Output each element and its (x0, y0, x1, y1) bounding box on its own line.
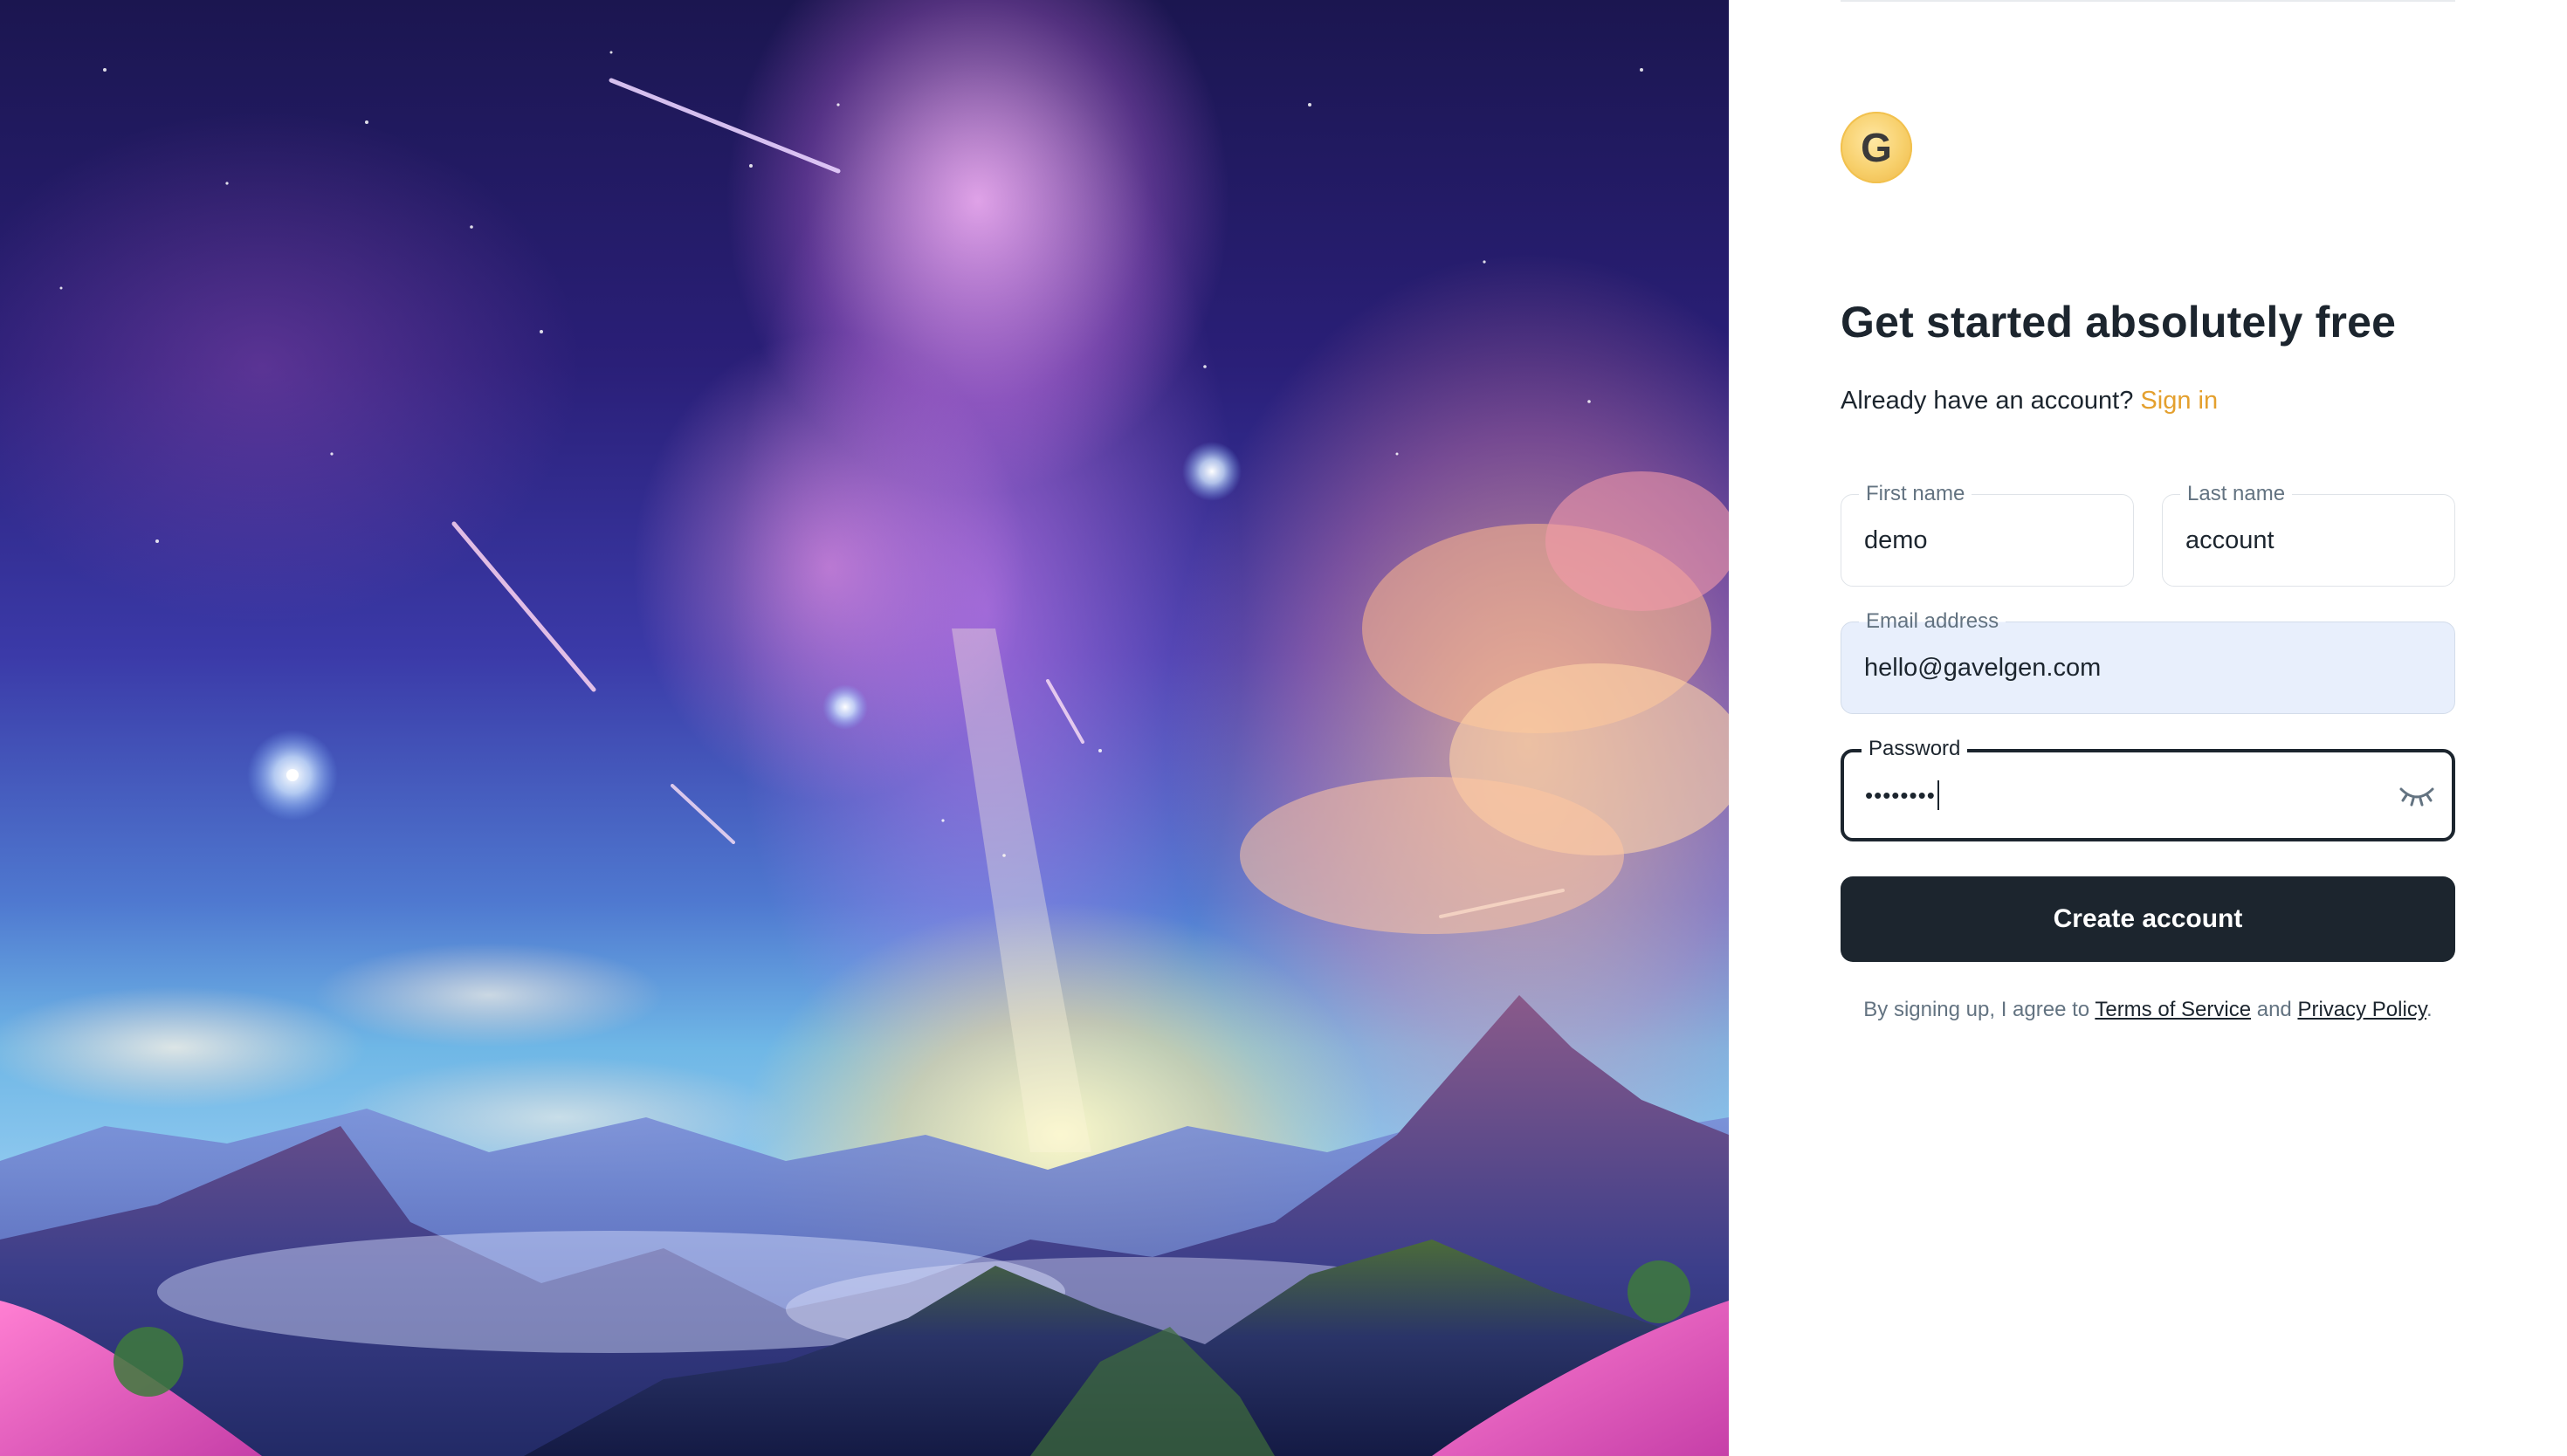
signin-link[interactable]: Sign in (2140, 387, 2218, 415)
password-input[interactable]: •••••••• (1865, 752, 1939, 838)
email-input[interactable]: hello@gavelgen.com (1864, 622, 2101, 713)
eye-closed-icon[interactable] (2398, 782, 2436, 808)
terms-notice: By signing up, I agree to Terms of Servi… (1841, 998, 2455, 1022)
brand-logo[interactable]: G (1841, 112, 1912, 183)
privacy-policy-link[interactable]: Privacy Policy (2297, 998, 2426, 1021)
hero-illustration (0, 0, 1729, 1456)
signin-prompt-text: Already have an account? (1841, 387, 2134, 415)
text-caret (1937, 780, 1939, 810)
terms-and: and (2256, 998, 2292, 1021)
divider (1841, 0, 2455, 2)
logo-letter: G (1861, 125, 1892, 170)
signin-prompt: Already have an account? Sign in (1841, 387, 2218, 416)
signup-panel: G Get started absolutely free Already ha… (1729, 0, 2567, 1456)
create-account-button[interactable]: Create account (1841, 876, 2455, 962)
last-name-field[interactable]: Last name account (2162, 482, 2455, 587)
last-name-input[interactable]: account (2185, 495, 2275, 586)
terms-of-service-link[interactable]: Terms of Service (2095, 998, 2251, 1021)
landscape-artwork (0, 51, 1729, 1456)
password-field[interactable]: Password •••••••• (1841, 737, 2455, 841)
first-name-field[interactable]: First name demo (1841, 482, 2134, 587)
first-name-input[interactable]: demo (1864, 495, 1928, 586)
terms-suffix: . (2426, 998, 2433, 1021)
email-field[interactable]: Email address hello@gavelgen.com (1841, 609, 2455, 714)
password-masked-value: •••••••• (1865, 781, 1936, 808)
terms-prefix: By signing up, I agree to (1863, 998, 2090, 1021)
page-title: Get started absolutely free (1841, 298, 2397, 347)
